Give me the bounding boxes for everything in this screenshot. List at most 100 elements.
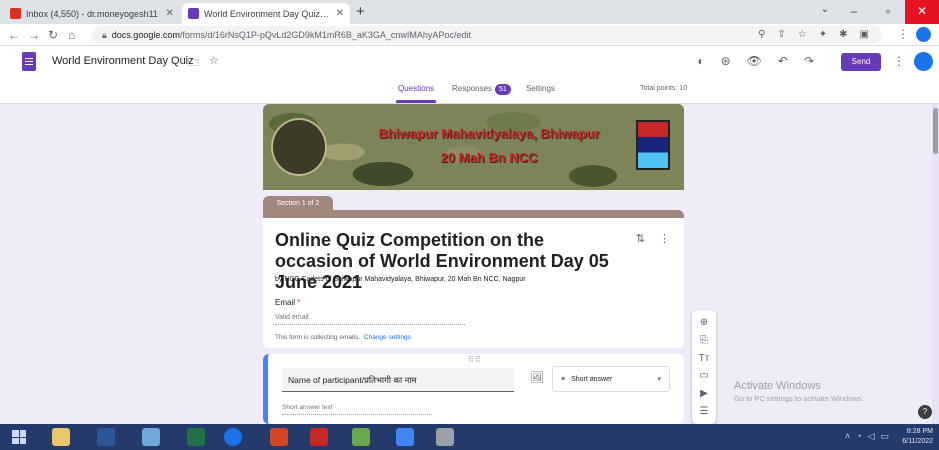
minimize-button[interactable]: – (837, 0, 871, 24)
short-answer-placeholder: Short answer text (282, 404, 432, 415)
question-card[interactable]: ⠿⠿ Name of participant/प्रतिभागी का नाम … (263, 354, 684, 424)
tab-forms-quiz[interactable]: World Environment Day Quiz - G ✕ (182, 3, 350, 24)
page-scrollbar[interactable] (932, 104, 939, 424)
windows-taskbar: ˄ ◔ ◁ ▭ 8:28 PM 6/11/2022 (0, 424, 939, 450)
puzzle-icon[interactable]: ✱ (839, 29, 847, 40)
system-tray: ˄ ◔ ◁ ▭ (845, 431, 889, 442)
taskbar-clock[interactable]: 8:28 PM 6/11/2022 (902, 427, 933, 447)
home-icon[interactable]: ⌂ (68, 26, 75, 44)
add-question-icon[interactable]: ⊕ (700, 317, 708, 328)
network-icon[interactable]: ◔ (856, 431, 861, 442)
ncc-flag-icon (636, 120, 670, 170)
taskbar-app-icon[interactable] (310, 428, 328, 446)
banner-line-1: Bhiwapur Mahavidyalaya, Bhiwapur (378, 126, 600, 141)
forward-arrow-icon[interactable]: → (28, 26, 40, 44)
activate-windows-watermark: Activate Windows Go to PC settings to ac… (734, 380, 864, 403)
close-tab-icon[interactable]: ✕ (336, 8, 344, 19)
chevron-up-icon[interactable]: ˄ (845, 431, 850, 442)
extension-icons: ⚲ ⇪ ☆ ✦ ✱ ▣ (758, 29, 869, 40)
section-menu-icon[interactable]: ⋮ (659, 232, 670, 245)
taskbar-app-icon[interactable] (224, 428, 242, 446)
change-settings-link[interactable]: Change settings (364, 334, 411, 341)
add-title-icon[interactable]: Tт (699, 353, 710, 364)
question-type-label: Short answer (571, 375, 613, 383)
banner-line-2: 20 Mah Bn NCC (440, 150, 538, 165)
activate-windows-title: Activate Windows (734, 380, 821, 392)
tab-settings[interactable]: Settings (526, 82, 555, 96)
back-arrow-icon[interactable]: ← (8, 26, 20, 44)
add-image-icon[interactable]: 🖼︎ (530, 371, 544, 384)
customize-theme-icon[interactable]: ◐ (697, 54, 704, 68)
collecting-emails-text: This form is collecting emails. (275, 334, 360, 341)
palette-icon[interactable]: ⊛ (721, 54, 731, 68)
taskbar-app-icon[interactable] (352, 428, 370, 446)
window-controls: – ▫ ✕ (837, 0, 939, 24)
volume-icon[interactable]: ◁ (868, 431, 875, 442)
url-path: /forms/d/16rNsQ1P-pQvLd2GD9kM1mR6B_aK3GA… (179, 30, 471, 40)
battery-icon[interactable]: ▭ (880, 431, 889, 442)
scrollbar-thumb[interactable] (933, 108, 938, 154)
form-description[interactable]: by NCC Cadets of Bhiwapur Mahavidyalaya,… (275, 276, 526, 283)
add-section-icon[interactable]: ☰ (700, 406, 709, 417)
college-emblem-icon (271, 118, 327, 176)
star-icon[interactable]: ☆ (798, 29, 807, 40)
form-title[interactable]: Online Quiz Competition on the occasion … (275, 230, 615, 293)
maximize-button[interactable]: ▫ (871, 0, 905, 24)
clock-time: 8:28 PM (906, 428, 933, 435)
tab-responses-label: Responses (452, 84, 493, 93)
tab-gmail-inbox[interactable]: Inbox (4,550) - dr.moneyogesh11 ✕ (4, 3, 180, 24)
taskbar-app-icon[interactable] (97, 428, 115, 446)
form-title-card[interactable]: Online Quiz Competition on the occasion … (263, 210, 684, 348)
form-tabs: Questions Responses 51 Settings Total poi… (0, 82, 939, 104)
taskbar-app-icon[interactable] (436, 428, 454, 446)
email-label-text: Email (275, 298, 296, 307)
import-questions-icon[interactable]: ⎘ (700, 335, 708, 346)
preview-eye-icon[interactable]: 👁︎ (747, 54, 762, 68)
taskbar-app-icon[interactable] (52, 428, 70, 446)
activate-windows-subtitle: Go to PC settings to activate Windows. (734, 394, 864, 403)
share-icon[interactable]: ⇪ (777, 29, 785, 40)
short-answer-icon: ≡ (561, 375, 566, 383)
question-title-input[interactable]: Name of participant/प्रतिभागी का नाम (282, 368, 514, 392)
google-forms-logo-icon[interactable] (22, 52, 36, 71)
windows-start-icon[interactable] (12, 430, 26, 444)
question-type-select[interactable]: ≡ Short answer ▾ (552, 366, 670, 392)
taskbar-app-icon[interactable] (187, 428, 205, 446)
tab-search-icon[interactable]: ⌄ (821, 4, 829, 15)
more-options-icon[interactable]: ⋮ (893, 54, 905, 68)
clock-date: 6/11/2022 (902, 438, 933, 445)
taskbar-app-icon[interactable] (396, 428, 414, 446)
close-window-button[interactable]: ✕ (905, 0, 939, 24)
reload-icon[interactable]: ↻ (48, 26, 58, 44)
drag-handle-icon[interactable]: ⠿⠿ (468, 355, 482, 364)
taskbar-app-icon[interactable] (270, 428, 288, 446)
form-doc-title[interactable]: World Environment Day Quiz (52, 55, 194, 67)
close-tab-icon[interactable]: ✕ (166, 8, 174, 19)
browser-menu-icon[interactable]: ⋮ (897, 27, 909, 41)
folder-icon[interactable]: 🗀︎ (188, 54, 199, 73)
search-icon[interactable]: ⚲ (758, 29, 765, 40)
send-button[interactable]: Send (841, 53, 881, 71)
extension-icon[interactable]: ✦ (819, 29, 827, 40)
collapse-section-icon[interactable]: ⇅ (636, 232, 645, 245)
url-domain: docs.google.com (111, 30, 180, 40)
profile-avatar[interactable] (916, 27, 931, 42)
gmail-icon (10, 8, 21, 19)
floating-toolbar: ⊕ ⎘ Tт ▭ ▶ ☰ (692, 310, 716, 424)
sidebar-icon[interactable]: ▣ (860, 29, 869, 40)
add-video-icon[interactable]: ▶ (700, 388, 708, 399)
undo-icon[interactable]: ↶ (778, 54, 788, 68)
add-image-icon[interactable]: ▭ (699, 370, 708, 381)
tab-title: World Environment Day Quiz - G (204, 8, 331, 19)
forms-header: World Environment Day Quiz 🗀︎ ☆ ◐ ⊛ 👁︎ ↶… (0, 46, 939, 104)
help-icon[interactable]: ? (918, 405, 932, 419)
account-avatar[interactable] (914, 52, 933, 71)
new-tab-button[interactable]: + (356, 3, 365, 21)
tab-questions[interactable]: Questions (395, 82, 437, 103)
taskbar-app-icon[interactable] (142, 428, 160, 446)
header-banner-image: Bhiwapur Mahavidyalaya, Bhiwapur 20 Mah … (263, 104, 684, 190)
section-tag: Section 1 of 2 (263, 196, 333, 210)
redo-icon[interactable]: ↷ (804, 54, 814, 68)
tab-responses[interactable]: Responses 51 (452, 82, 511, 96)
star-icon[interactable]: ☆ (209, 54, 219, 73)
